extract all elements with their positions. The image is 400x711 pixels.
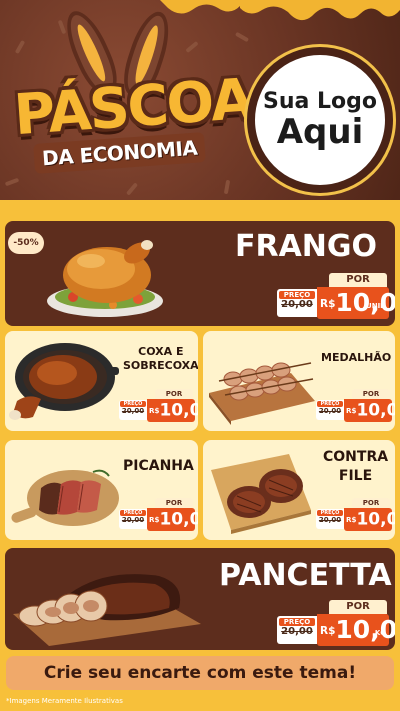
price-tag: POR PREÇO 20,00 R$10,00 KG [277,600,395,648]
price-tag: POR PREÇO 20,00 R$10,00 [119,498,198,532]
price-tag: POR PREÇO 20,00 R$10,00 UNID [277,273,395,321]
steaks-board-icon [211,454,311,534]
price-currency: R$ [149,406,160,415]
product-card-picanha[interactable]: PICANHA POR PREÇO 20,00 R$10,00 [5,440,198,540]
price-old-value: 20,00 [318,516,342,524]
logo-text-line2: Aqui [276,111,364,152]
price-new-box: R$10,00 [147,508,198,531]
medallion-skewers-icon [209,362,315,425]
sprinkle-decoration [223,179,231,195]
product-card-coxa-sobrecoxa[interactable]: COXA E SOBRECOXA POR PREÇO 20,00 R$10,00 [5,331,198,431]
price-old-box: PREÇO 20,00 [119,509,147,529]
page-title: PÁSCOA [11,66,255,149]
price-new-box: R$10,00 [344,399,395,422]
price-new-box: R$10,00 [344,508,395,531]
price-preco-label: PREÇO [279,291,315,299]
header-banner: PÁSCOA DA ECONOMIA Sua Logo Aqui [0,0,400,215]
product-card-pancetta[interactable]: PANCETTA POR PREÇO 20,00 R$10,00 KG [5,548,395,650]
price-currency: R$ [149,515,160,524]
price-old-box: PREÇO 20,00 [277,289,317,317]
sprinkle-decoration [4,177,20,187]
price-unit: UNID [366,302,386,310]
product-name-line2: SOBRECOXA [123,359,198,372]
price-old-box: PREÇO 20,00 [316,400,344,420]
price-new-box: R$10,00 KG [317,614,395,646]
product-name: PANCETTA [219,558,392,593]
price-old-value: 20,00 [318,407,342,415]
price-por-label: POR [329,273,387,287]
sprinkle-decoration [234,31,250,43]
price-new-box: R$10,00 UNID [317,287,395,319]
product-name-line1: COXA E [138,345,184,358]
price-por-label: POR [329,600,387,614]
roast-chicken-icon [47,240,163,317]
price-por-label: POR [352,389,390,399]
price-new-value: 10,00 [356,400,395,421]
product-card-medalhao[interactable]: MEDALHÃO POR PREÇO 20,00 R$10,00 [203,331,395,431]
sprinkle-decoration [185,40,199,54]
product-name: FRANGO [235,229,378,264]
price-new-box: R$10,00 [147,399,198,422]
price-currency: R$ [320,298,336,310]
price-tag: POR PREÇO 20,00 R$10,00 [316,389,395,423]
price-new-value: 10,00 [159,509,198,530]
sprinkle-decoration [125,182,139,196]
price-new-value: 10,00 [356,509,395,530]
price-currency: R$ [346,515,357,524]
price-new-value: 10,00 [159,400,198,421]
price-tag: POR PREÇO 20,00 R$10,00 [316,498,395,532]
sprinkle-decoration [14,39,26,55]
price-unit: KG [374,629,386,637]
product-card-frango[interactable]: FRANGO POR PREÇO 20,00 R$10,00 UNID [5,221,395,326]
product-name-line1: CONTRA [323,449,389,465]
product-card-contra-file[interactable]: CONTRA FILE POR PREÇO 20,00 R$10,00 [203,440,395,540]
price-old-box: PREÇO 20,00 [316,509,344,529]
price-new-value: 10,00 [335,615,395,644]
product-name-line2: FILE [338,468,373,484]
product-name: PICANHA [123,458,194,474]
price-por-label: POR [155,498,193,508]
price-currency: R$ [320,625,336,637]
product-name: COXA E SOBRECOXA [123,345,198,373]
price-por-label: POR [352,498,390,508]
logo-text-line1: Sua Logo [262,88,377,114]
product-name: CONTRA FILE [323,448,388,486]
footnote: *Imagens Meramente Ilustrativas [6,697,123,705]
chicken-thigh-icon [9,343,119,420]
price-old-value: 20,00 [281,299,313,310]
product-name: MEDALHÃO [321,351,392,364]
price-old-box: PREÇO 20,00 [277,616,317,644]
sliced-steak-board-icon [11,469,119,526]
price-old-value: 20,00 [121,407,145,415]
price-por-label: POR [155,389,193,399]
price-old-box: PREÇO 20,00 [119,400,147,420]
price-old-value: 20,00 [281,626,313,637]
price-preco-label: PREÇO [279,618,315,626]
logo-placeholder[interactable]: Sua Logo Aqui [247,47,393,193]
cta-button[interactable]: Crie seu encarte com este tema! [6,656,394,690]
price-currency: R$ [346,406,357,415]
discount-badge: -50% [8,232,44,254]
price-old-value: 20,00 [121,516,145,524]
price-tag: POR PREÇO 20,00 R$10,00 [119,389,198,423]
pancetta-board-icon [13,574,201,646]
